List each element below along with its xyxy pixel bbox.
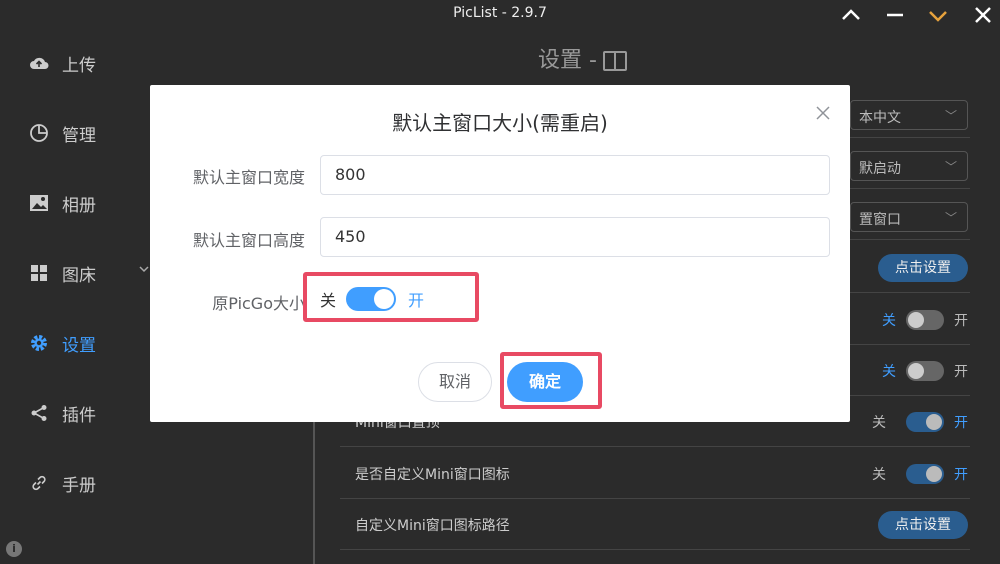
width-input[interactable]: 800: [320, 155, 830, 195]
switch-track[interactable]: [346, 287, 397, 311]
close-icon[interactable]: [816, 101, 830, 125]
confirm-button[interactable]: 确定: [507, 362, 583, 402]
width-label: 默认主窗口宽度: [192, 168, 305, 187]
height-label: 默认主窗口高度: [192, 231, 305, 250]
window-size-dialog: 默认主窗口大小(需重启) 默认主窗口宽度 800 默认主窗口高度 450 原Pi…: [150, 85, 850, 422]
app-window: PicList - 2.9.7 上传 管理 相册 图床 设置 插件 手册 i 设…: [0, 0, 1000, 564]
switch-knob: [374, 289, 395, 309]
dialog-title: 默认主窗口大小(需重启): [392, 111, 608, 135]
switch-on-label: 开: [408, 291, 425, 310]
switch-off-label: 关: [320, 291, 337, 310]
picgo-size-switch[interactable]: 关 开: [320, 287, 424, 311]
picgo-size-label: 原PicGo大小: [212, 294, 305, 313]
height-input[interactable]: 450: [320, 217, 830, 257]
cancel-button[interactable]: 取消: [418, 362, 492, 402]
